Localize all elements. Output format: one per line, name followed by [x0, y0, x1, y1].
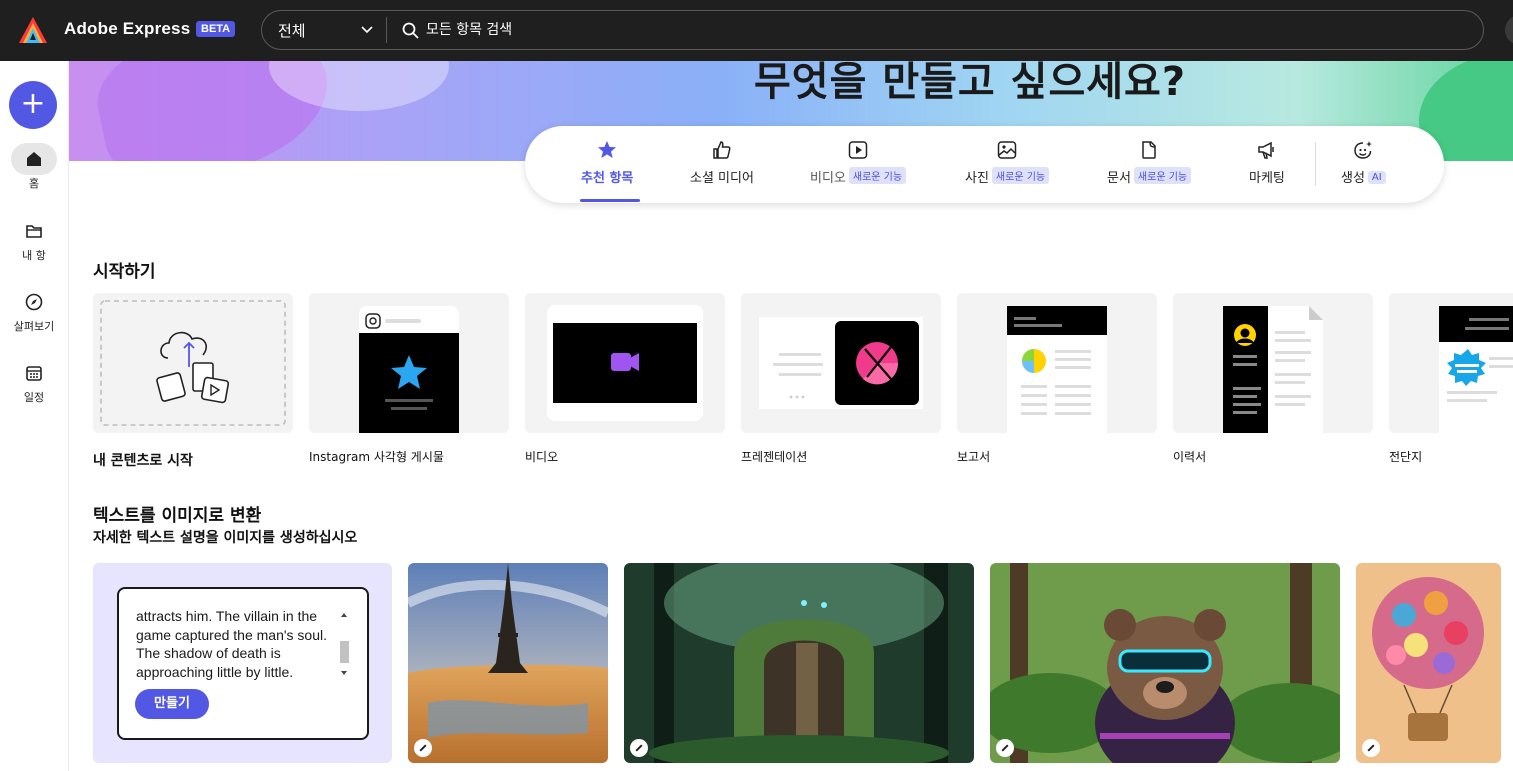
flower-balloon-image	[1356, 563, 1501, 763]
card-instagram-post[interactable]	[309, 293, 509, 433]
report-illustration	[1007, 306, 1107, 433]
card-label: 이력서	[1173, 450, 1207, 464]
category-tabs: 추천 항목 소셜 미디어 비디오 새로운 기능 사진 새로운 기능 문서 새로운 기능…	[525, 126, 1444, 203]
adobe-express-logo[interactable]	[18, 16, 48, 44]
chevron-down-icon[interactable]	[360, 23, 374, 37]
search-scope-select[interactable]: 전체	[278, 20, 306, 41]
avatar[interactable]	[1505, 15, 1513, 45]
rail-item-discover[interactable]: 살펴보기	[0, 286, 68, 334]
megaphone-icon	[1258, 141, 1274, 159]
tab-label: 마케팅	[1249, 171, 1285, 186]
tab-social-media[interactable]: 소셜 미디어	[690, 140, 754, 186]
example-image-flower-balloon[interactable]	[1356, 563, 1501, 763]
rail-label: 홈	[28, 177, 40, 190]
card-label: 내 콘텐츠로 시작	[93, 453, 193, 469]
new-feature-badge: 새로운 기능	[848, 167, 907, 184]
tab-document[interactable]: 문서 새로운 기능	[1107, 140, 1192, 186]
expand-icon[interactable]	[1362, 739, 1380, 757]
expand-icon[interactable]	[996, 739, 1014, 757]
card-label: Instagram 사각형 게시물	[309, 450, 444, 464]
card-presentation[interactable]	[741, 293, 941, 433]
card-report[interactable]	[957, 293, 1157, 433]
new-feature-badge: 새로운 기능	[1133, 167, 1192, 184]
rail-label: 내 항	[22, 249, 46, 262]
thumbs-up-icon	[713, 141, 731, 159]
folder-icon	[11, 215, 57, 247]
tab-photo[interactable]: 사진 새로운 기능	[965, 140, 1050, 186]
document-icon	[1142, 141, 1156, 159]
eiffel-desert-image	[408, 563, 608, 763]
new-feature-badge: 새로운 기능	[991, 167, 1050, 184]
prompt-textarea[interactable]: attracts him. The villain in the game ca…	[136, 607, 346, 683]
compass-icon	[11, 286, 57, 318]
card-label: 프레젠테이션	[741, 450, 808, 464]
tab-generate[interactable]: 생성 AI	[1341, 140, 1386, 186]
example-image-eiffel-desert[interactable]	[408, 563, 608, 763]
example-image-bear-sunglasses[interactable]	[990, 563, 1340, 763]
presentation-illustration	[759, 317, 923, 409]
section-title-text-to-image: 텍스트를 이미지로 변환	[93, 506, 262, 526]
tab-label: 사진	[965, 171, 989, 186]
rail-item-schedule[interactable]: 일정	[0, 357, 68, 405]
rail-item-home[interactable]: 홈	[0, 143, 68, 191]
active-tab-indicator	[580, 199, 640, 202]
search-input[interactable]	[426, 17, 1426, 43]
resume-illustration	[1223, 306, 1323, 433]
example-image-forest-door[interactable]	[624, 563, 974, 763]
calendar-icon	[11, 357, 57, 389]
tab-separator	[1315, 142, 1316, 186]
tab-label: 문서	[1107, 171, 1131, 186]
expand-icon[interactable]	[414, 739, 432, 757]
card-flyer[interactable]	[1389, 293, 1513, 433]
instagram-post-illustration	[359, 306, 459, 433]
expand-icon[interactable]	[630, 739, 648, 757]
sparkle-icon	[1354, 141, 1373, 159]
tab-label: 생성	[1341, 171, 1365, 186]
forest-door-image	[624, 563, 974, 763]
card-label: 전단지	[1389, 450, 1423, 464]
tab-label: 비디오	[810, 171, 846, 186]
beta-badge: BETA	[196, 21, 236, 37]
prompt-box[interactable]: attracts him. The villain in the game ca…	[117, 587, 369, 740]
ai-badge: AI	[1367, 171, 1386, 184]
search-bar: 전체	[261, 10, 1484, 50]
card-label: 비디오	[525, 450, 559, 464]
left-rail: + 홈 내 항 살펴보기 일정	[0, 61, 69, 771]
flyer-illustration	[1439, 306, 1513, 433]
star-icon	[598, 141, 617, 158]
app-name: Adobe Express	[64, 19, 191, 38]
card-resume[interactable]	[1173, 293, 1373, 433]
card-video[interactable]	[525, 293, 725, 433]
card-label: 보고서	[957, 450, 991, 464]
tab-label: 추천 항목	[581, 171, 634, 186]
search-icon	[402, 22, 419, 39]
photo-icon	[997, 141, 1017, 159]
generate-button[interactable]: 만들기	[135, 689, 209, 719]
rail-item-my-stuff[interactable]: 내 항	[0, 215, 68, 263]
tab-recommended[interactable]: 추천 항목	[581, 140, 633, 186]
prompt-scrollbar[interactable]	[337, 607, 351, 681]
video-illustration	[547, 305, 703, 421]
search-divider	[386, 17, 387, 43]
rail-label: 살펴보기	[13, 320, 55, 333]
upload-illustration	[100, 300, 286, 426]
section-subtitle: 자세한 텍스트 설명을 이미지를 생성하십시오	[93, 530, 358, 546]
create-button[interactable]: +	[9, 81, 57, 129]
text-to-image-panel: attracts him. The villain in the game ca…	[93, 563, 392, 763]
hero-title: 무엇을 만들고 싶으세요?	[754, 61, 1187, 105]
tab-label: 소셜 미디어	[690, 171, 754, 186]
card-start-from-content[interactable]	[93, 293, 293, 433]
rail-label: 일정	[23, 391, 45, 404]
bear-sunglasses-image	[990, 563, 1340, 763]
tab-video[interactable]: 비디오 새로운 기능	[810, 140, 907, 186]
tab-marketing[interactable]: 마케팅	[1249, 140, 1285, 186]
section-title-start: 시작하기	[93, 262, 156, 282]
play-icon	[848, 141, 868, 159]
top-bar: Adobe Express BETA 전체	[0, 0, 1513, 61]
home-icon	[11, 143, 57, 175]
